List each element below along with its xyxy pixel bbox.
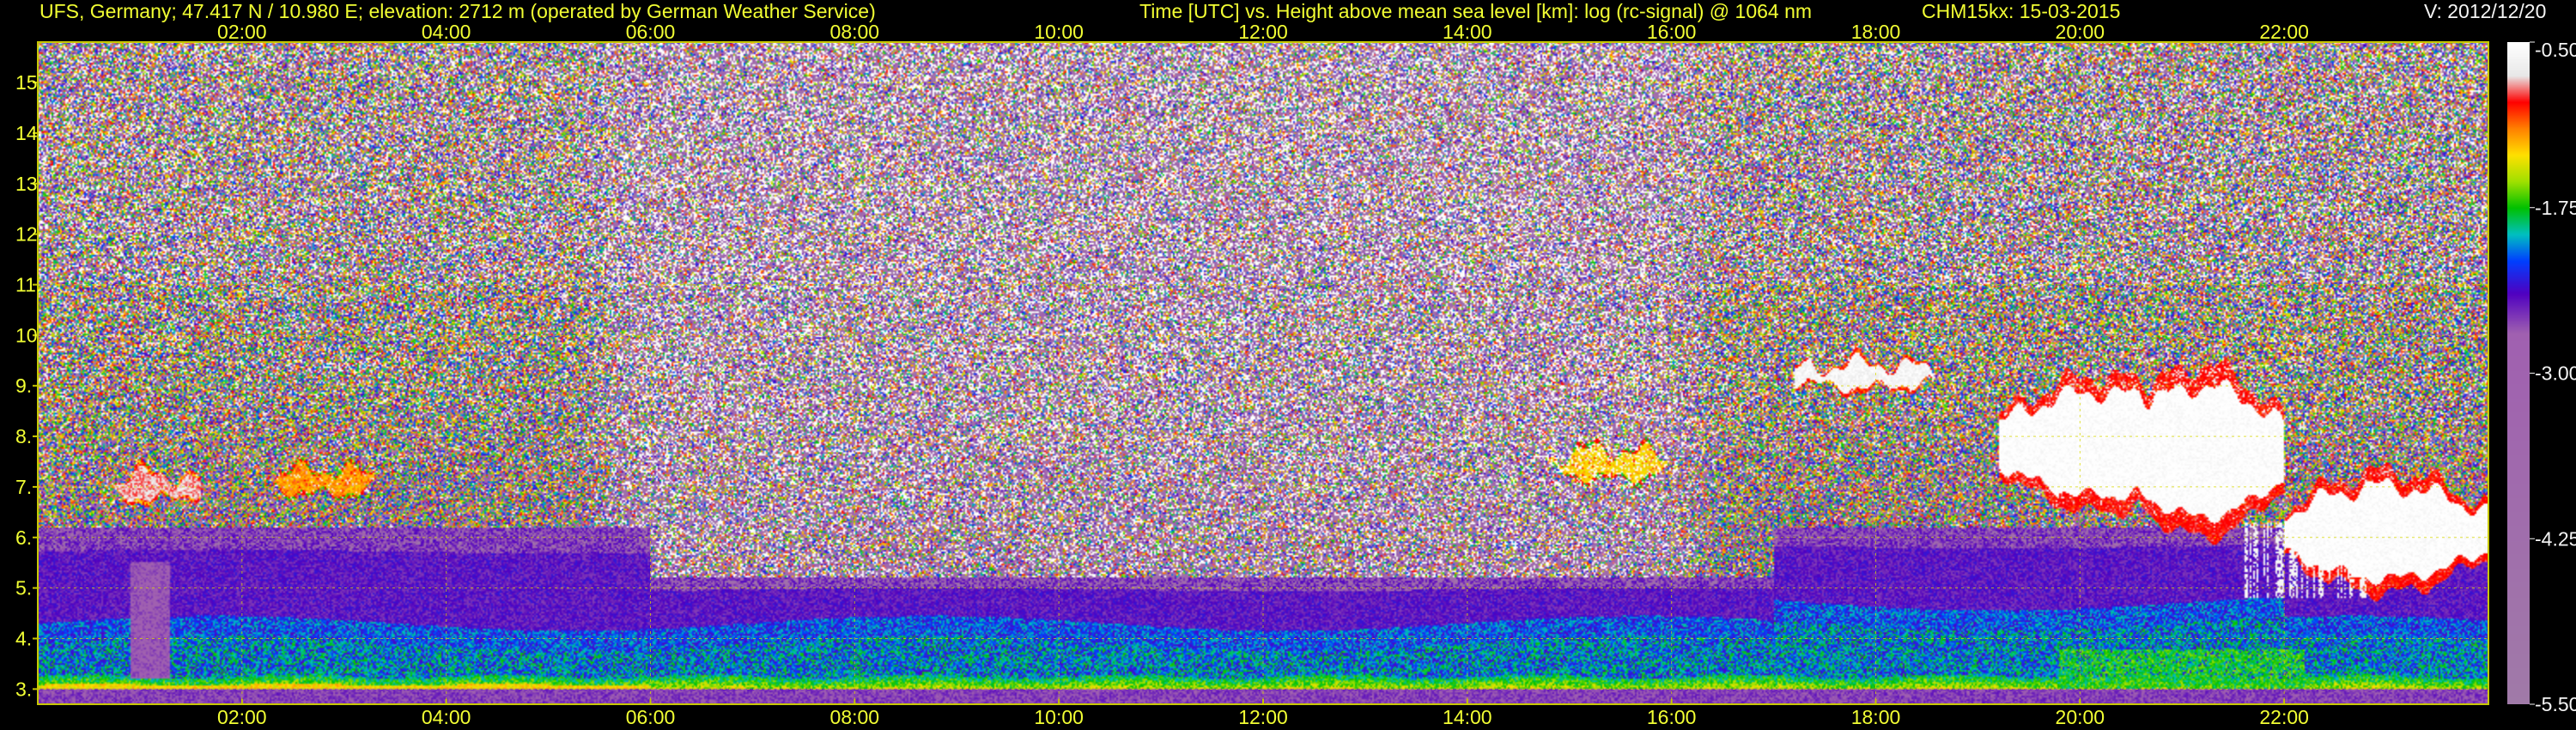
y-tick-label: 5.: [15, 577, 32, 599]
x-tick-label-bottom: 14:00: [1443, 706, 1492, 728]
colorbar-tick-label: -0.50: [2535, 39, 2576, 61]
x-tick-label-top: 22:00: [2259, 21, 2309, 43]
x-tick-label-bottom: 18:00: [1851, 706, 1901, 728]
y-tick-label: 4.: [15, 627, 32, 649]
colorbar-tick-label: -1.75: [2535, 197, 2576, 219]
y-tick-label: 10.: [15, 324, 43, 346]
x-tick-label-top: 08:00: [830, 21, 880, 43]
y-tick-label: 9.: [15, 374, 32, 397]
x-tick-label-top: 12:00: [1238, 21, 1288, 43]
y-tick-label: 6.: [15, 526, 32, 549]
y-tick-label: 7.: [15, 476, 32, 498]
colorbar: [2507, 42, 2530, 704]
x-tick-label-bottom: 04:00: [422, 706, 471, 728]
lidar-ceilometer-plot: UFS, Germany; 47.417 N / 10.980 E; eleva…: [0, 0, 2576, 730]
x-tick-label-bottom: 22:00: [2259, 706, 2309, 728]
colorbar-tick-label: -5.50: [2535, 693, 2576, 715]
y-tick-label: 8.: [15, 425, 32, 447]
y-tick-label: 11.: [15, 274, 41, 296]
x-tick-label-top: 06:00: [626, 21, 676, 43]
x-tick-label-bottom: 08:00: [830, 706, 880, 728]
colorbar-tick-label: -4.25: [2535, 527, 2576, 550]
y-tick-label: 12.: [15, 223, 43, 246]
y-tick-label: 15.: [15, 71, 43, 94]
x-axis-ticks-top: 02:00 04:00 06:00 08:00 10:00 12:00 14:00 16:00…: [217, 21, 2309, 43]
colorbar-tick-label: -3.00: [2535, 362, 2576, 385]
x-tick-label-bottom: 20:00: [2056, 706, 2105, 728]
x-tick-label-bottom: 10:00: [1034, 706, 1084, 728]
x-tick-label-bottom: 06:00: [626, 706, 676, 728]
x-tick-label-top: 04:00: [422, 21, 471, 43]
y-tick-label: 13.: [15, 173, 43, 195]
x-tick-label-top: 02:00: [217, 21, 267, 43]
x-tick-label-top: 18:00: [1851, 21, 1901, 43]
colorbar-ticks: -0.50 -1.75 -3.00 -4.25 -5.50: [2530, 39, 2576, 715]
x-tick-label-bottom: 16:00: [1647, 706, 1697, 728]
y-tick-label: 14.: [15, 122, 43, 144]
x-tick-label-bottom: 12:00: [1238, 706, 1288, 728]
x-tick-label-top: 20:00: [2056, 21, 2105, 43]
y-tick-label: 3.: [15, 678, 32, 700]
x-tick-label-top: 10:00: [1034, 21, 1084, 43]
x-tick-label-top: 14:00: [1443, 21, 1492, 43]
x-tick-label-top: 16:00: [1647, 21, 1697, 43]
heatmap-chart: 3. 4. 5. 6. 7. 8. 9. 10. 11. 12. 13. 14. 15. 02:00 04…: [15, 21, 2576, 728]
x-tick-label-bottom: 02:00: [217, 706, 267, 728]
